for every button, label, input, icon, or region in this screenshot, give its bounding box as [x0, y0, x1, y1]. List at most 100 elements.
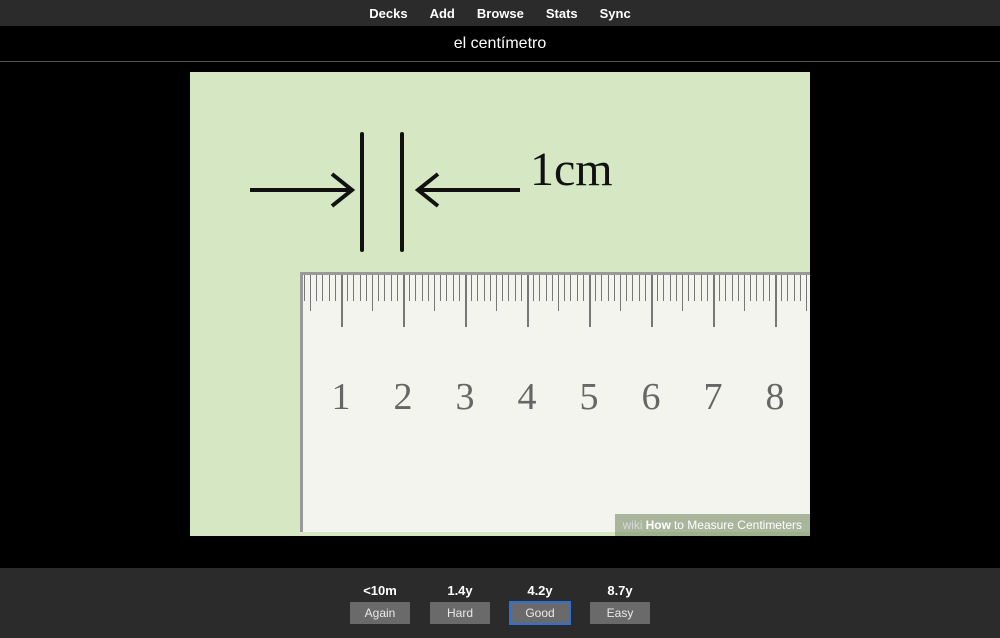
ruler-tick-minor	[477, 275, 478, 301]
ruler-number: 5	[580, 375, 599, 419]
ruler-tick-minor	[322, 275, 323, 301]
ruler-tick-minor	[663, 275, 664, 301]
ruler-tick-minor	[595, 275, 596, 301]
ruler-tick-minor	[707, 275, 708, 301]
ruler-tick-half	[558, 275, 559, 311]
ruler-tick-minor	[725, 275, 726, 301]
answer-option: 1.4y Hard	[430, 583, 490, 624]
answer-button-hard[interactable]: Hard	[430, 602, 490, 624]
ruler-tick-minor	[626, 275, 627, 301]
answer-bar: <10m Again 1.4y Hard 4.2y Good 8.7y Easy	[0, 568, 1000, 638]
dimension-arrow-left-icon	[220, 120, 380, 260]
ruler-tick-minor	[539, 275, 540, 301]
answer-interval: 8.7y	[607, 583, 632, 598]
ruler-tick-minor	[583, 275, 584, 301]
ruler-tick-minor	[577, 275, 578, 301]
card-area: 1cm 12345678 wikiHow to Measure Centimet…	[0, 62, 1000, 568]
image-source-caption: wikiHow to Measure Centimeters	[615, 514, 810, 536]
ruler-tick-minor	[552, 275, 553, 301]
ruler-tick-minor	[502, 275, 503, 301]
ruler-number: 8	[766, 375, 785, 419]
nav-decks[interactable]: Decks	[369, 6, 407, 21]
ruler-tick-minor	[701, 275, 702, 301]
ruler-tick-minor	[533, 275, 534, 301]
ruler-tick-minor	[614, 275, 615, 301]
ruler-tick-minor	[694, 275, 695, 301]
ruler-tick-minor	[490, 275, 491, 301]
answer-interval: <10m	[363, 583, 397, 598]
ruler-number: 1	[332, 375, 351, 419]
ruler-tick-minor	[378, 275, 379, 301]
nav-sync[interactable]: Sync	[600, 6, 631, 21]
caption-how: How	[646, 518, 671, 532]
ruler-tick-major	[341, 275, 343, 327]
ruler-tick-minor	[384, 275, 385, 301]
ruler-tick-major	[465, 275, 467, 327]
dimension-label: 1cm	[530, 142, 613, 197]
ruler-tick-minor	[670, 275, 671, 301]
ruler-tick-minor	[546, 275, 547, 301]
ruler-tick-minor	[453, 275, 454, 301]
ruler-tick-major	[403, 275, 405, 327]
ruler-tick-half	[372, 275, 373, 311]
ruler-tick-half	[434, 275, 435, 311]
ruler-number: 7	[704, 375, 723, 419]
ruler-tick-major	[713, 275, 715, 327]
ruler-tick-minor	[415, 275, 416, 301]
answer-button-again[interactable]: Again	[350, 602, 410, 624]
ruler-tick-minor	[738, 275, 739, 301]
card-front-text: el centímetro	[454, 35, 546, 53]
ruler-tick-minor	[570, 275, 571, 301]
ruler-tick-minor	[316, 275, 317, 301]
ruler-tick-half	[682, 275, 683, 311]
ruler-tick-minor	[446, 275, 447, 301]
ruler-tick-minor	[335, 275, 336, 301]
ruler-tick-minor	[564, 275, 565, 301]
ruler-tick-minor	[794, 275, 795, 301]
ruler-tick-minor	[521, 275, 522, 301]
ruler-tick-minor	[719, 275, 720, 301]
ruler-tick-minor	[347, 275, 348, 301]
dimension-mark-left	[360, 132, 364, 252]
ruler-tick-minor	[360, 275, 361, 301]
ruler-tick-half	[620, 275, 621, 311]
ruler-tick-minor	[397, 275, 398, 301]
ruler-tick-half	[806, 275, 807, 311]
card-image: 1cm 12345678 wikiHow to Measure Centimet…	[190, 72, 810, 536]
ruler-tick-half	[310, 275, 311, 311]
top-nav: Decks Add Browse Stats Sync	[0, 0, 1000, 26]
caption-wiki: wiki	[623, 518, 643, 532]
ruler-tick-minor	[515, 275, 516, 301]
ruler-number: 3	[456, 375, 475, 419]
ruler-tick-minor	[601, 275, 602, 301]
dimension-arrow-right-icon	[390, 120, 550, 260]
ruler-tick-minor	[769, 275, 770, 301]
nav-add[interactable]: Add	[430, 6, 455, 21]
ruler-tick-minor	[750, 275, 751, 301]
ruler-tick-major	[527, 275, 529, 327]
ruler-tick-minor	[471, 275, 472, 301]
answer-interval: 4.2y	[527, 583, 552, 598]
ruler-tick-minor	[756, 275, 757, 301]
ruler-number: 2	[394, 375, 413, 419]
ruler-tick-minor	[639, 275, 640, 301]
answer-button-easy[interactable]: Easy	[590, 602, 650, 624]
ruler-tick-minor	[645, 275, 646, 301]
nav-stats[interactable]: Stats	[546, 6, 578, 21]
ruler-number: 4	[518, 375, 537, 419]
ruler-tick-minor	[732, 275, 733, 301]
ruler-tick-minor	[428, 275, 429, 301]
answer-interval: 1.4y	[447, 583, 472, 598]
ruler-number: 6	[642, 375, 661, 419]
ruler-tick-half	[496, 275, 497, 311]
card-front: el centímetro	[0, 26, 1000, 62]
ruler-tick-major	[651, 275, 653, 327]
answer-option: 8.7y Easy	[590, 583, 650, 624]
ruler-tick-minor	[800, 275, 801, 301]
ruler-tick-minor	[484, 275, 485, 301]
ruler-tick-minor	[787, 275, 788, 301]
answer-button-good[interactable]: Good	[510, 602, 570, 624]
nav-browse[interactable]: Browse	[477, 6, 524, 21]
ruler-tick-minor	[508, 275, 509, 301]
ruler-tick-minor	[391, 275, 392, 301]
